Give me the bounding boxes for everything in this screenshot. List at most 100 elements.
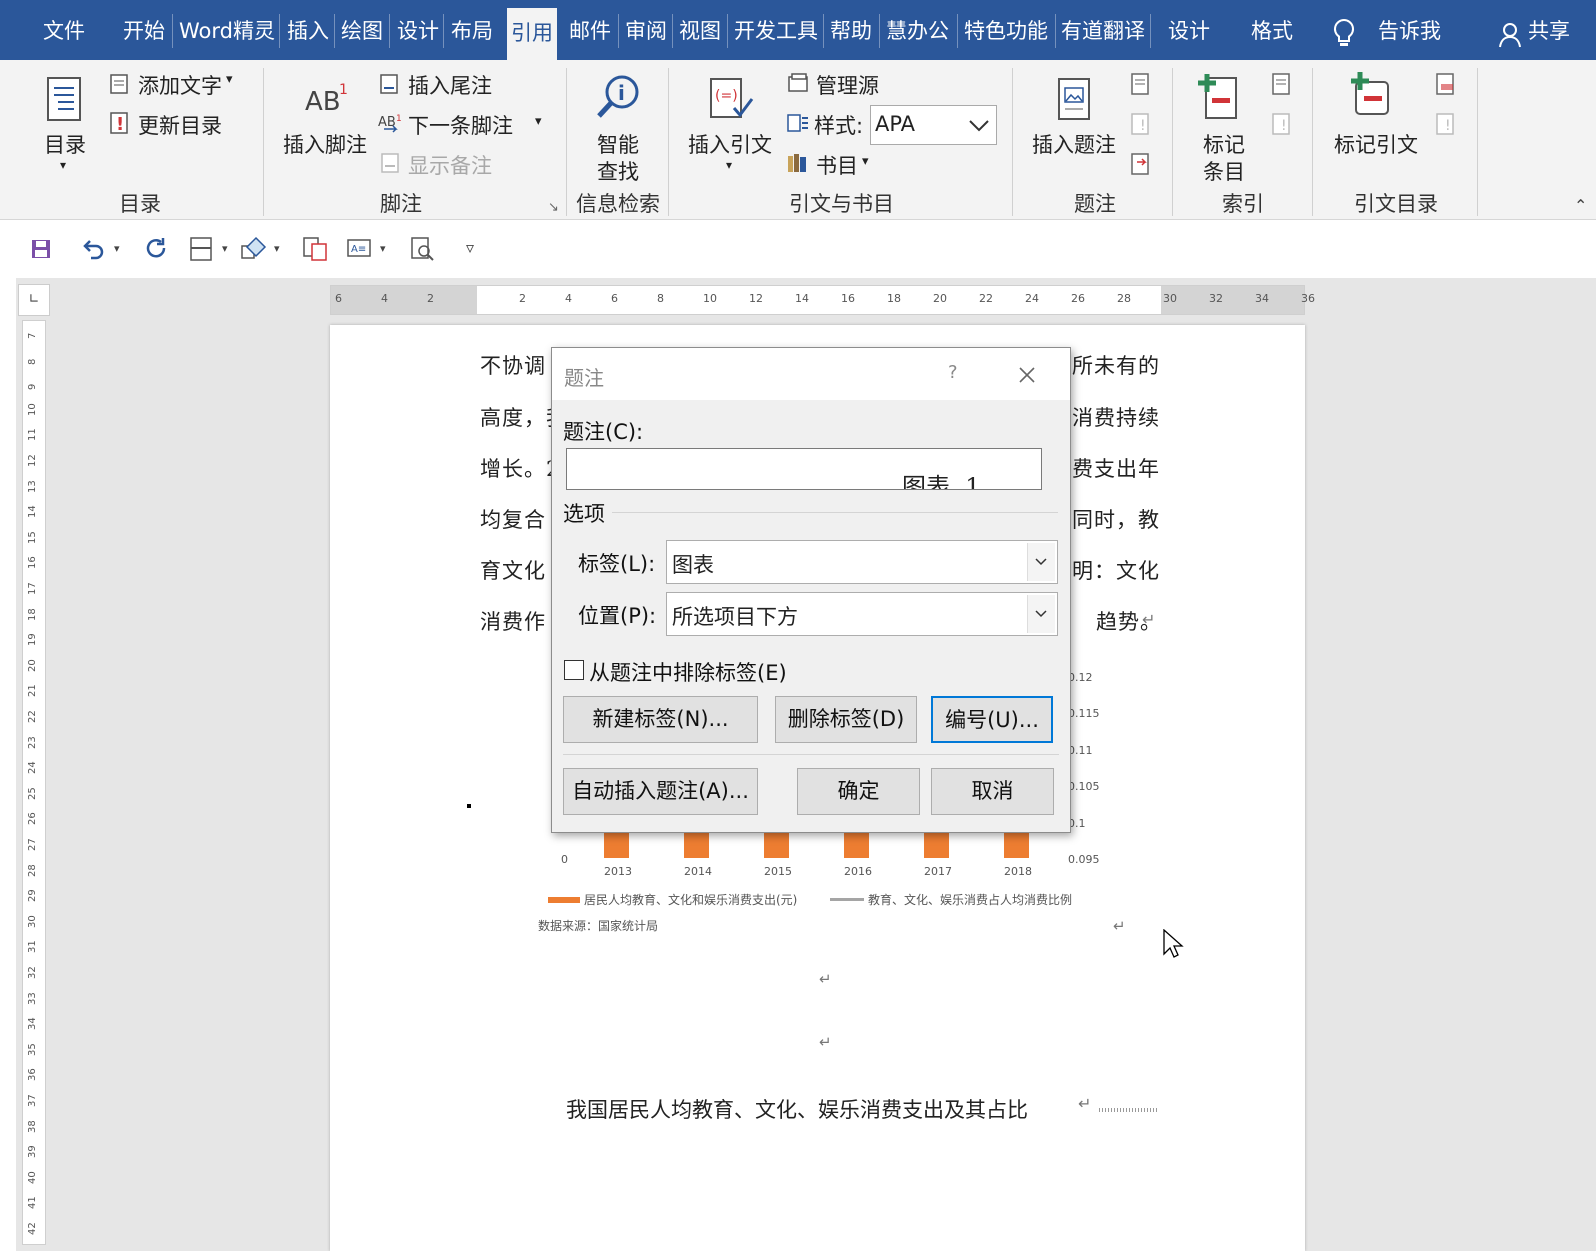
close-icon[interactable]	[1018, 366, 1036, 388]
update-table-button[interactable]: 更新目录	[138, 110, 222, 140]
tab-chart-format[interactable]: 格式	[1251, 0, 1293, 60]
caption-input-value: 图表 1	[902, 473, 981, 490]
ruler-tick-label: 26	[1071, 292, 1085, 305]
chevron-down-icon[interactable]: ▾	[380, 242, 386, 255]
mark-citation-button[interactable]: 标记引文	[1334, 129, 1418, 159]
tab-design[interactable]: 设计	[397, 0, 439, 60]
ruler-tick-label: 8	[27, 358, 38, 365]
undo-icon[interactable]	[80, 236, 106, 266]
mouse-cursor-icon	[1163, 928, 1185, 963]
insert-footnote-icon: AB 1	[305, 80, 351, 120]
mark-entry-button-line2[interactable]: 条目	[1203, 156, 1245, 186]
tell-me-box[interactable]: 告诉我	[1378, 0, 1441, 60]
insert-caption-button[interactable]: 插入题注	[1032, 129, 1116, 159]
chart-right-axis-tick: 0.115	[1068, 707, 1100, 720]
insert-table-of-authorities-icon[interactable]	[1434, 72, 1456, 100]
chevron-down-icon[interactable]: ▾	[114, 242, 120, 255]
cancel-button[interactable]: 取消	[931, 768, 1054, 815]
shapes-icon[interactable]	[240, 236, 268, 266]
manage-sources-button[interactable]: 管理源	[816, 70, 879, 100]
ruler-tick-label: 20	[27, 659, 38, 672]
tab-help[interactable]: 帮助	[830, 0, 872, 60]
text-box-icon[interactable]: A≡	[346, 236, 372, 266]
tab-developer[interactable]: 开发工具	[734, 0, 818, 60]
chart-source: 数据来源：国家统计局	[538, 919, 659, 933]
tab-huibangong[interactable]: 慧办公	[886, 0, 949, 60]
dialog-launcher-icon[interactable]: ↘	[548, 200, 559, 215]
chevron-down-icon[interactable]: ▾	[274, 242, 280, 255]
bibliography-button[interactable]: 书目	[816, 150, 858, 180]
ok-button[interactable]: 确定	[797, 768, 920, 815]
collapse-ribbon-icon[interactable]: ⌃	[1574, 196, 1587, 215]
tab-youdao-translate[interactable]: 有道翻译	[1061, 0, 1145, 60]
chevron-down-icon[interactable]: ▾	[222, 242, 228, 255]
vertical-ruler[interactable]: 7 8 9 10 11 12 13 14 15 16 17 18 19 20 21 22 23 24 25 26 27 2…	[22, 320, 46, 1245]
help-button[interactable]: ?	[948, 362, 958, 383]
ruler-tick-label: 12	[27, 454, 38, 467]
tab-file[interactable]: 文件	[43, 0, 85, 60]
caption-paragraph[interactable]: 我国居民人均教育、文化、娱乐消费支出及其占比	[566, 1094, 1028, 1124]
legend-swatch-line	[830, 898, 864, 901]
tab-mailings[interactable]: 邮件	[569, 0, 611, 60]
horizontal-ruler[interactable]: 6 4 2 2 4 6 8 10 12 14 16 18 20 22 24 26 28 30 32 34 36	[330, 285, 1315, 315]
caption-input[interactable]: 图表 1	[566, 448, 1042, 490]
mark-entry-button-line1[interactable]: 标记	[1203, 129, 1245, 159]
exclude-label-checkbox[interactable]	[564, 660, 584, 680]
ruler-tick-label: 12	[749, 292, 763, 305]
tab-review[interactable]: 审阅	[625, 0, 667, 60]
tab-references[interactable]: 引用	[507, 8, 557, 60]
insert-table-of-figures-icon[interactable]	[1129, 72, 1151, 100]
position-field-label: 位置(P):	[578, 604, 657, 628]
chevron-down-icon[interactable]: ▾	[226, 72, 233, 87]
smart-lookup-button-line2[interactable]: 查找	[597, 156, 639, 186]
ruler-tick-label: 7	[27, 332, 38, 339]
chevron-down-icon[interactable]: ▾	[535, 114, 542, 129]
chevron-down-icon[interactable]: ▾	[862, 154, 869, 169]
document-compare-icon[interactable]	[302, 236, 328, 266]
save-icon[interactable]	[30, 238, 52, 264]
toc-button[interactable]: 目录	[44, 129, 86, 159]
chevron-down-icon[interactable]	[1027, 595, 1055, 633]
new-label-button[interactable]: 新建标签(N)...	[563, 696, 758, 743]
print-layout-icon[interactable]	[188, 236, 214, 266]
update-table-icon: !	[108, 110, 130, 140]
tab-view[interactable]: 视图	[679, 0, 721, 60]
ruler-tick-label: 29	[27, 889, 38, 903]
body-text-right: 明：文化	[1072, 559, 1160, 583]
label-dropdown-value: 图表	[672, 553, 714, 577]
numbering-button[interactable]: 编号(U)...	[931, 696, 1053, 743]
delete-label-button[interactable]: 删除标签(D)	[775, 696, 917, 743]
exclude-label-text[interactable]: 从题注中排除标签(E)	[589, 657, 787, 687]
add-text-button[interactable]: 添加文字	[138, 70, 222, 100]
next-footnote-button[interactable]: 下一条脚注	[408, 110, 513, 140]
citation-style-dropdown[interactable]: APA	[870, 105, 997, 145]
tab-draw[interactable]: 绘图	[341, 0, 383, 60]
print-preview-icon[interactable]	[410, 236, 436, 266]
insert-footnote-button[interactable]: 插入脚注	[283, 129, 367, 159]
chevron-down-icon[interactable]: ▾	[726, 158, 732, 172]
dialog-titlebar[interactable]: 题注 ?	[552, 348, 1070, 400]
autocaption-button[interactable]: 自动插入题注(A)...	[563, 768, 758, 815]
chevron-down-icon[interactable]	[1027, 543, 1055, 581]
tab-layout[interactable]: 布局	[451, 0, 493, 60]
insert-endnote-button[interactable]: 插入尾注	[408, 70, 492, 100]
chevron-down-icon[interactable]: ▾	[60, 158, 66, 172]
cross-reference-icon[interactable]	[1129, 152, 1151, 180]
ruler-tick-label: 36	[27, 1068, 38, 1082]
insert-citation-button[interactable]: 插入引文	[688, 129, 772, 159]
redo-icon[interactable]	[144, 236, 170, 266]
label-dropdown[interactable]: 图表	[666, 540, 1058, 584]
tab-selector-icon[interactable]: ∟	[18, 284, 50, 316]
position-dropdown[interactable]: 所选项目下方	[666, 592, 1058, 636]
tab-home[interactable]: 开始	[123, 0, 165, 60]
customize-qat-icon[interactable]: ▿	[466, 238, 474, 257]
tab-special-features[interactable]: 特色功能	[964, 0, 1048, 60]
share-button[interactable]: 共享	[1528, 0, 1570, 60]
ruler-tick-label: 32	[1209, 292, 1223, 305]
ruler-tick-label: 4	[565, 292, 572, 305]
tab-insert[interactable]: 插入	[287, 0, 329, 60]
smart-lookup-button-line1[interactable]: 智能	[597, 129, 639, 159]
tab-chart-design[interactable]: 设计	[1168, 0, 1210, 60]
tab-word-wizard[interactable]: Word精灵	[179, 0, 275, 60]
insert-index-icon[interactable]	[1270, 72, 1292, 100]
